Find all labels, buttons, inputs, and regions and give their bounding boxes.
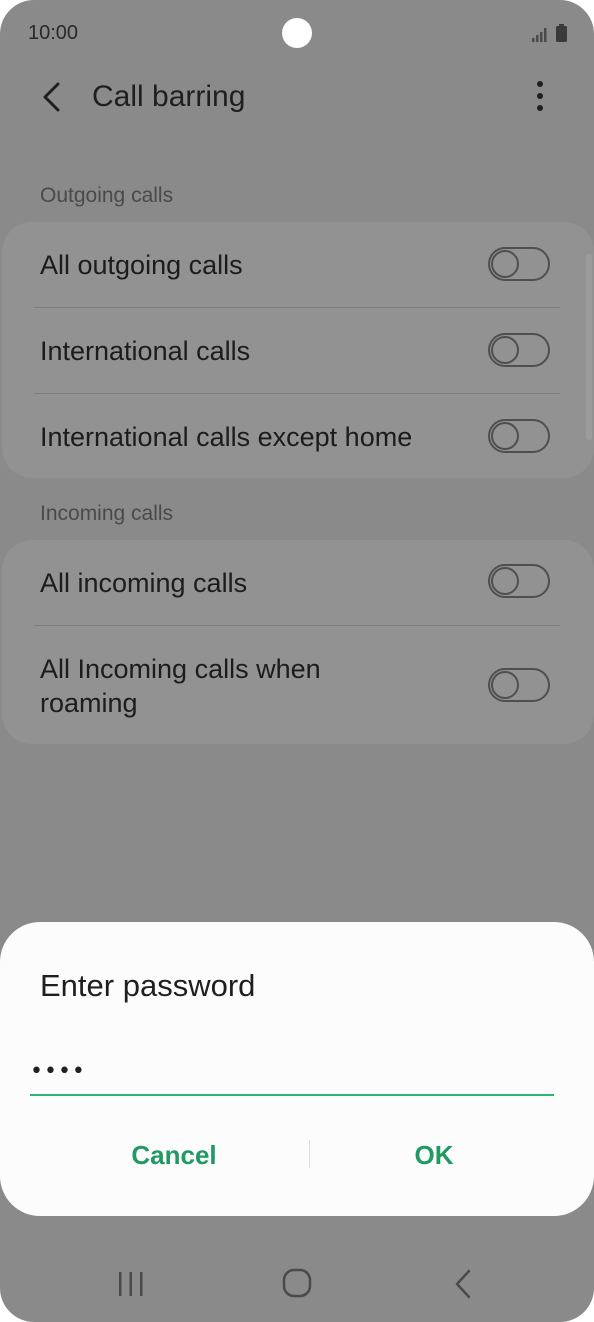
dialog-title: Enter password — [40, 968, 256, 1003]
toggle-knob — [491, 567, 519, 595]
row-label: International calls except home — [40, 422, 413, 452]
row-incoming-when-roaming[interactable]: All Incoming calls when roaming — [2, 626, 594, 744]
toggle-knob — [491, 250, 519, 278]
row-label-line2: roaming — [40, 688, 138, 718]
status-bar: 10:00 — [0, 0, 594, 64]
toggle-international-except-home[interactable] — [488, 419, 550, 453]
section-label-outgoing: Outgoing calls — [40, 184, 174, 207]
row-label: All Incoming calls when roaming — [40, 652, 321, 720]
toggle-knob — [491, 336, 519, 364]
toggle-knob — [491, 671, 519, 699]
button-separator — [309, 1140, 310, 1168]
toggle-knob — [491, 422, 519, 450]
row-international-except-home[interactable]: International calls except home — [2, 394, 594, 478]
section-label-incoming: Incoming calls — [40, 502, 174, 525]
row-label: All outgoing calls — [40, 250, 243, 280]
back-icon[interactable] — [452, 1268, 474, 1300]
password-input[interactable] — [30, 1048, 554, 1096]
page-title: Call barring — [92, 80, 246, 113]
toggle-international-calls[interactable] — [488, 333, 550, 367]
incoming-calls-card: All incoming calls All Incoming calls wh… — [2, 540, 594, 744]
row-all-incoming-calls[interactable]: All incoming calls — [2, 540, 594, 626]
toggle-incoming-when-roaming[interactable] — [488, 668, 550, 702]
row-international-calls[interactable]: International calls — [2, 308, 594, 394]
row-all-outgoing-calls[interactable]: All outgoing calls — [2, 222, 594, 308]
toggle-all-incoming-calls[interactable] — [488, 564, 550, 598]
camera-cutout — [282, 18, 312, 48]
scrollbar[interactable] — [586, 254, 592, 440]
recents-icon[interactable] — [116, 1270, 146, 1298]
password-dialog: Enter password Cancel OK — [0, 922, 594, 1216]
outgoing-calls-card: All outgoing calls International calls I… — [2, 222, 594, 478]
row-label-line1: All Incoming calls when — [40, 654, 321, 684]
phone-screen: 10:00 Call barring Outgoing calls All ou… — [0, 0, 594, 1322]
cancel-button[interactable]: Cancel — [56, 1130, 292, 1180]
row-label: All incoming calls — [40, 568, 248, 598]
more-vertical-icon[interactable] — [528, 78, 552, 114]
status-time: 10:00 — [28, 22, 79, 44]
row-label: International calls — [40, 336, 251, 366]
battery-icon — [556, 24, 567, 42]
signal-icon — [532, 28, 547, 42]
ok-button[interactable]: OK — [316, 1130, 552, 1180]
app-header: Call barring — [0, 64, 594, 134]
navigation-bar — [0, 1240, 594, 1322]
toggle-all-outgoing-calls[interactable] — [488, 247, 550, 281]
back-arrow-icon[interactable] — [38, 80, 66, 114]
home-icon[interactable] — [282, 1268, 312, 1298]
